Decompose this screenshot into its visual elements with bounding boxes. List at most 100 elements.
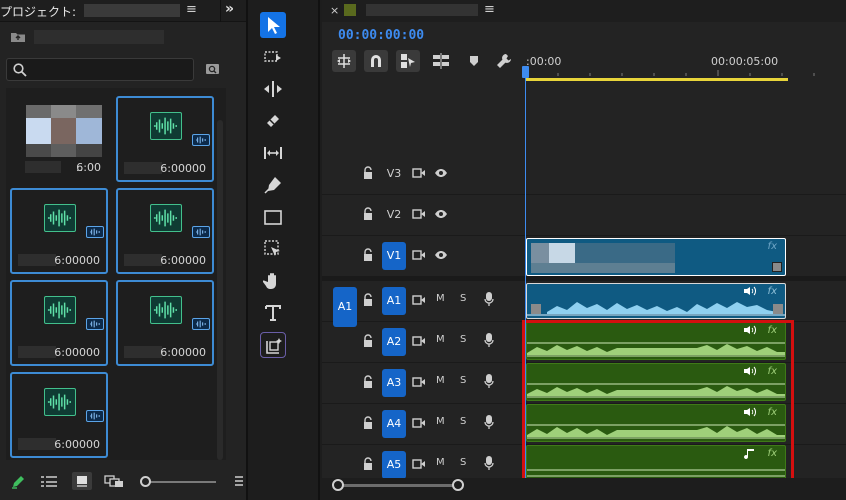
sync-lock-icon[interactable] <box>412 335 426 347</box>
solo-button[interactable]: S <box>460 334 466 345</box>
project-item-video[interactable]: .. 6:00 <box>10 96 108 182</box>
type-tool[interactable] <box>260 300 286 326</box>
eye-icon[interactable] <box>434 209 448 219</box>
timeline-zoom-scrollbar[interactable] <box>338 484 456 487</box>
lock-icon[interactable] <box>362 166 374 180</box>
eye-icon[interactable] <box>434 250 448 260</box>
sync-lock-icon[interactable] <box>412 294 426 306</box>
mute-button[interactable]: M <box>436 375 445 386</box>
remix-tool[interactable] <box>260 236 286 262</box>
lock-icon[interactable] <box>362 207 374 221</box>
find-options-icon[interactable] <box>205 62 221 76</box>
zoom-slider-handle[interactable] <box>140 476 151 487</box>
rectangle-tool[interactable] <box>260 204 286 230</box>
microphone-icon[interactable] <box>484 414 494 430</box>
selection-tool[interactable] <box>260 12 286 38</box>
razor-tool[interactable] <box>260 108 286 134</box>
hand-tool[interactable] <box>260 268 286 294</box>
panel-divider <box>220 0 221 22</box>
audio-waveform-icon <box>44 296 76 324</box>
freeform-view-icon[interactable] <box>104 474 124 488</box>
slip-tool[interactable] <box>260 140 286 166</box>
project-menu-icon[interactable]: ≡ <box>186 2 197 17</box>
video-track-v2[interactable]: V2 <box>322 195 846 236</box>
fx-badge[interactable]: fx <box>768 241 777 252</box>
microphone-icon[interactable] <box>484 373 494 389</box>
sequence-name-redacted[interactable] <box>366 4 478 16</box>
icon-view-button[interactable] <box>72 472 92 490</box>
snap-button[interactable] <box>364 50 388 72</box>
track-label-targeted[interactable]: A3 <box>382 369 406 397</box>
solo-button[interactable]: S <box>460 375 466 386</box>
project-item-audio[interactable]: 6:00000 <box>10 372 108 458</box>
microphone-icon[interactable] <box>484 455 494 471</box>
project-item-audio[interactable]: 6:00000 <box>116 188 214 274</box>
add-marker-icon[interactable] <box>468 53 480 69</box>
source-patch-a1[interactable]: A1 <box>333 287 357 327</box>
sync-lock-icon[interactable] <box>412 417 426 429</box>
pen-tool[interactable] <box>260 172 286 198</box>
audio-clip-a1[interactable]: fx <box>526 283 786 319</box>
eye-icon[interactable] <box>434 168 448 178</box>
playhead-handle[interactable] <box>522 66 529 78</box>
playhead-line[interactable] <box>525 66 526 478</box>
project-item-audio[interactable]: 6:00000 <box>116 96 214 182</box>
sync-lock-icon[interactable] <box>412 208 426 220</box>
project-search-box[interactable] <box>6 58 194 81</box>
zoom-slider-track[interactable] <box>148 481 216 483</box>
add-edit-icon[interactable] <box>432 53 450 69</box>
mute-button[interactable]: M <box>436 293 445 304</box>
zoom-handle-right[interactable] <box>452 479 464 491</box>
lock-icon[interactable] <box>362 293 374 307</box>
microphone-icon[interactable] <box>484 332 494 348</box>
project-item-audio[interactable]: 6:00000 <box>10 280 108 366</box>
wrench-icon[interactable] <box>496 53 512 69</box>
playhead-timecode[interactable]: 00:00:00:00 <box>338 28 424 43</box>
video-track-v3[interactable]: V3 <box>322 154 846 195</box>
project-item-audio[interactable]: 6:00000 <box>10 188 108 274</box>
track-select-tool[interactable] <box>260 44 286 70</box>
work-area-bar[interactable] <box>526 78 788 81</box>
microphone-icon[interactable] <box>484 291 494 307</box>
lock-icon[interactable] <box>362 457 374 471</box>
track-label-targeted[interactable]: A5 <box>382 451 406 479</box>
lock-icon[interactable] <box>362 416 374 430</box>
solo-button[interactable]: S <box>460 457 466 468</box>
track-label-targeted[interactable]: A2 <box>382 328 406 356</box>
track-label-targeted[interactable]: V1 <box>382 242 406 270</box>
insert-sequence-nested-button[interactable] <box>332 50 356 72</box>
sync-lock-icon[interactable] <box>412 376 426 388</box>
bin-scrollbar[interactable] <box>217 120 223 460</box>
sync-lock-icon[interactable] <box>412 458 426 470</box>
mute-button[interactable]: M <box>436 334 445 345</box>
track-label-targeted[interactable]: A1 <box>382 287 406 315</box>
ripple-edit-tool[interactable] <box>260 76 286 102</box>
lock-icon[interactable] <box>362 375 374 389</box>
mute-button[interactable]: M <box>436 457 445 468</box>
mute-button[interactable]: M <box>436 416 445 427</box>
solo-button[interactable]: S <box>460 293 466 304</box>
pencil-icon[interactable] <box>10 474 26 490</box>
track-label-targeted[interactable]: A4 <box>382 410 406 438</box>
timeline-menu-icon[interactable]: ≡ <box>484 2 495 17</box>
sync-lock-icon[interactable] <box>412 249 426 261</box>
type-tool-icon <box>265 305 281 321</box>
ai-tool[interactable] <box>260 332 286 358</box>
track-label[interactable]: V2 <box>382 201 406 229</box>
folder-up-icon[interactable] <box>10 31 26 43</box>
linked-selection-button[interactable] <box>396 50 420 72</box>
panel-expand-icon[interactable]: » <box>225 1 234 17</box>
solo-button[interactable]: S <box>460 416 466 427</box>
close-tab-icon[interactable]: × <box>330 4 339 17</box>
zoom-handle-left[interactable] <box>332 479 344 491</box>
project-item-audio[interactable]: 6:00000 <box>116 280 214 366</box>
lock-icon[interactable] <box>362 334 374 348</box>
panel-menu-icon[interactable] <box>234 474 244 488</box>
video-clip-v1[interactable]: fx <box>526 238 786 276</box>
time-ruler[interactable] <box>526 68 846 76</box>
project-search-input[interactable] <box>33 61 189 78</box>
lock-icon[interactable] <box>362 248 374 262</box>
list-view-icon[interactable] <box>40 474 58 488</box>
sync-lock-icon[interactable] <box>412 167 426 179</box>
track-label[interactable]: V3 <box>382 160 406 188</box>
